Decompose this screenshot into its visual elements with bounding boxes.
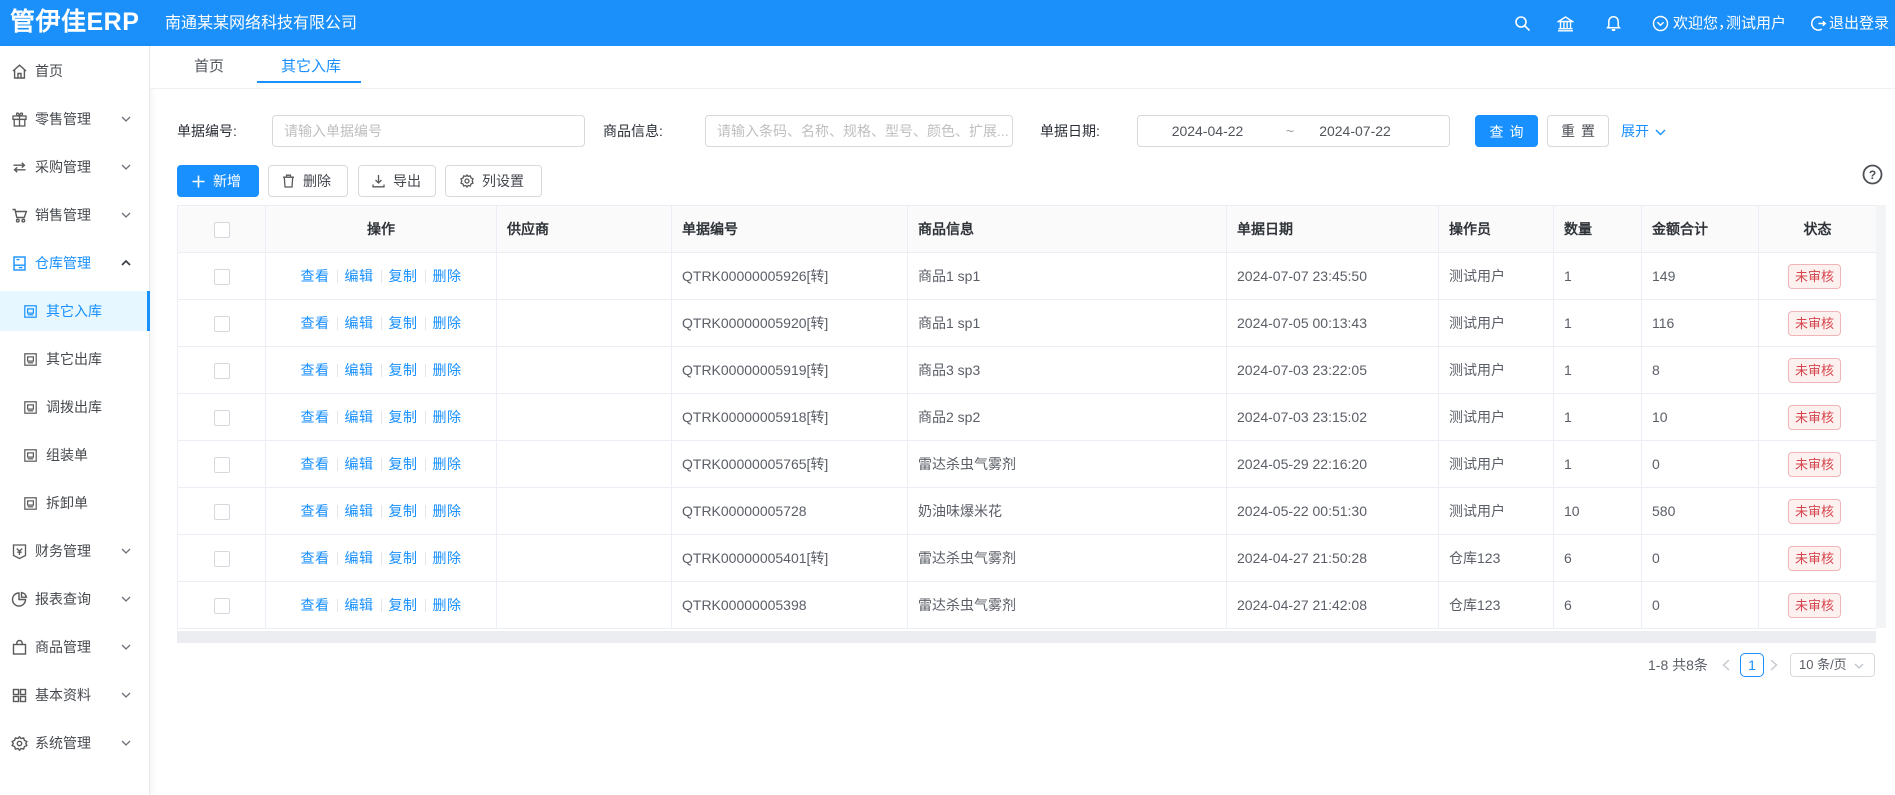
svg-text:?: ?: [1869, 168, 1876, 182]
